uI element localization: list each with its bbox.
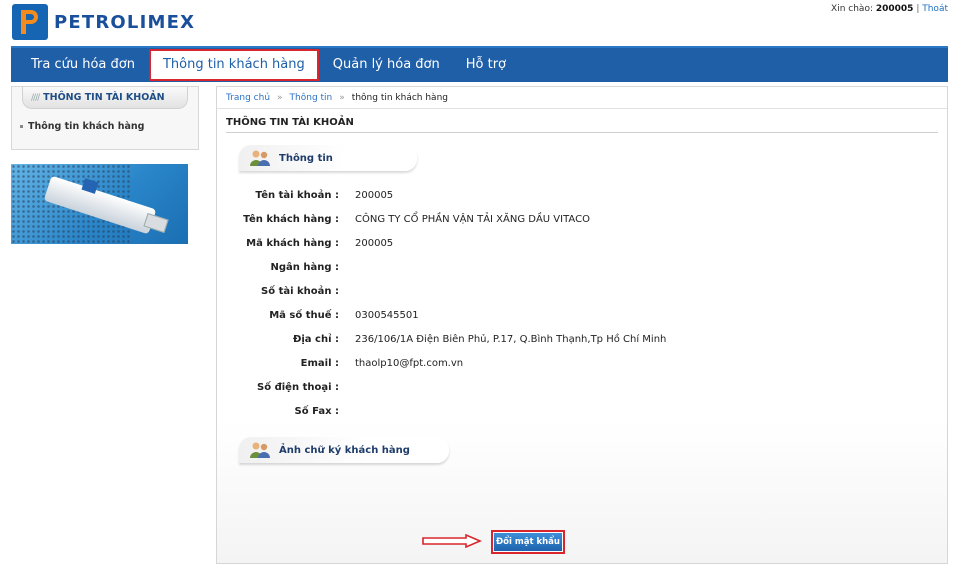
- logout-link[interactable]: Thoát: [922, 4, 948, 14]
- field-label: Tên tài khoản :: [255, 189, 339, 201]
- field-row: Mã số thuế : 0300545501: [217, 303, 917, 327]
- sidebar-title: THÔNG TIN TÀI KHOẢN: [43, 92, 165, 103]
- field-value: 236/106/1A Điện Biên Phủ, P.17, Q.Bình T…: [355, 333, 667, 345]
- field-value: 0300545501: [355, 309, 419, 321]
- nav-item-invoice-lookup[interactable]: Tra cứu hóa đơn: [19, 50, 147, 80]
- users-icon: [249, 149, 271, 167]
- field-label: Tên khách hàng :: [243, 213, 339, 225]
- field-value: thaolp10@fpt.com.vn: [355, 357, 464, 369]
- main-panel: Trang chủ » Thông tin » thông tin khách …: [216, 86, 948, 564]
- sidebar-item-customer-info[interactable]: Thông tin khách hàng: [12, 121, 198, 132]
- stripes-icon: ////: [31, 92, 40, 103]
- breadcrumb: Trang chủ » Thông tin » thông tin khách …: [217, 87, 947, 109]
- arrow-right-icon: [422, 534, 482, 548]
- signature-tab-header: Ảnh chữ ký khách hàng: [239, 437, 449, 463]
- field-value: CÔNG TY CỔ PHẦN VẬN TẢI XĂNG DẦU VITACO: [355, 213, 590, 225]
- sidebar-account-box: //// THÔNG TIN TÀI KHOẢN Thông tin khách…: [11, 86, 199, 150]
- field-label: Số điện thoại :: [257, 381, 339, 393]
- petrolimex-logo-icon: [12, 4, 48, 40]
- field-label: Số tài khoản :: [261, 285, 339, 297]
- breadcrumb-info[interactable]: Thông tin: [290, 93, 333, 103]
- nav-item-invoice-management[interactable]: Quản lý hóa đơn: [321, 50, 452, 80]
- breadcrumb-separator: »: [277, 92, 283, 103]
- change-password-label: Đổi mật khẩu: [494, 533, 562, 551]
- section-title: THÔNG TIN TÀI KHOẢN: [226, 117, 938, 133]
- sidebar-header: //// THÔNG TIN TÀI KHOẢN: [22, 87, 188, 109]
- field-value: 200005: [355, 189, 394, 201]
- field-label: Email :: [300, 357, 339, 369]
- field-row: Số tài khoản :: [217, 279, 917, 303]
- greeting-label: Xin chào:: [831, 4, 873, 14]
- field-row: Địa chỉ : 236/106/1A Điện Biên Phủ, P.17,…: [217, 327, 917, 351]
- users-icon: [249, 441, 271, 459]
- petrolimex-logo[interactable]: PETROLIMEX: [12, 4, 195, 40]
- breadcrumb-home[interactable]: Trang chủ: [226, 93, 270, 103]
- account-fields: Tên tài khoản : 200005 Tên khách hàng : CÔ…: [217, 183, 917, 423]
- greeting-separator: |: [916, 4, 920, 14]
- user-greeting: Xin chào: 200005 | Thoát: [831, 4, 948, 14]
- field-row: Ngân hàng :: [217, 255, 917, 279]
- main-nav: Tra cứu hóa đơn Thông tin khách hàng Quả…: [11, 46, 948, 82]
- nav-item-support[interactable]: Hỗ trợ: [454, 50, 518, 80]
- field-row: Số Fax :: [217, 399, 917, 423]
- field-label: Mã số thuế :: [269, 309, 339, 321]
- field-label: Ngân hàng :: [270, 261, 339, 273]
- info-tab-header: Thông tin: [239, 145, 417, 171]
- field-label: Số Fax :: [294, 405, 339, 417]
- breadcrumb-current: thông tin khách hàng: [351, 92, 448, 103]
- logo-text: PETROLIMEX: [54, 11, 196, 33]
- nav-item-customer-info[interactable]: Thông tin khách hàng: [148, 49, 319, 81]
- field-row: Tên khách hàng : CÔNG TY CỔ PHẦN VẬN TẢI …: [217, 207, 917, 231]
- signature-tab-title: Ảnh chữ ký khách hàng: [279, 444, 410, 456]
- field-row: Mã khách hàng : 200005: [217, 231, 917, 255]
- field-row: Số điện thoại :: [217, 375, 917, 399]
- breadcrumb-separator: »: [339, 92, 345, 103]
- field-row: Email : thaolp10@fpt.com.vn: [217, 351, 917, 375]
- bullet-icon: [20, 125, 23, 128]
- field-value: 200005: [355, 237, 394, 249]
- sidebar-item-label: Thông tin khách hàng: [28, 121, 145, 132]
- field-row: Tên tài khoản : 200005: [217, 183, 917, 207]
- field-label: Mã khách hàng :: [246, 237, 339, 249]
- usb-token-banner[interactable]: [11, 164, 188, 244]
- change-password-button[interactable]: Đổi mật khẩu: [491, 530, 565, 554]
- field-label: Địa chỉ :: [293, 333, 339, 345]
- username: 200005: [875, 4, 914, 14]
- info-tab-title: Thông tin: [279, 152, 333, 164]
